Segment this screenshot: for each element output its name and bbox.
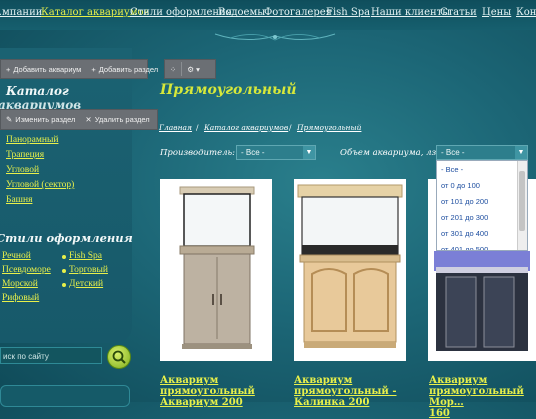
product-title-line: прямоугольный (160, 386, 255, 397)
search-button[interactable] (107, 345, 131, 369)
product-card[interactable] (160, 179, 272, 361)
nav-item-gallery[interactable]: Фотогалерея (264, 7, 332, 18)
volume-option[interactable]: от 401 до 500 (437, 242, 519, 250)
add-aquarium-button[interactable]: + Добавить аквариум (1, 65, 86, 74)
product-title-line: Калинка 200 (294, 397, 370, 408)
search-input[interactable]: иск по сайту (0, 347, 102, 364)
nav-item-prices[interactable]: Цены (482, 7, 511, 18)
delete-section-button[interactable]: ✕ Удалить раздел (80, 115, 154, 124)
bullet-icon (62, 255, 66, 259)
volume-option[interactable]: от 301 до 400 (437, 226, 519, 241)
catalog-heading-line1: Каталог (6, 84, 69, 98)
close-icon: ✕ (85, 115, 92, 124)
admin-toolbar-edit: ✎ Изменить раздел ✕ Удалить раздел (0, 109, 158, 130)
breadcrumb-separator: / (289, 123, 292, 132)
product-link[interactable]: Аквариум прямоугольный Аквариум 200 (160, 375, 255, 408)
volume-option[interactable]: от 0 до 100 (437, 178, 519, 193)
bullet-icon (62, 283, 66, 287)
style-link-commercial[interactable]: Торговый (69, 265, 108, 275)
nav-item-clients[interactable]: Наши клиенты (371, 7, 450, 18)
volume-dropdown-list[interactable]: - Все - от 0 до 100 от 101 до 200 от 201… (436, 160, 528, 251)
edit-section-label: Изменить раздел (15, 115, 76, 124)
add-aquarium-label: Добавить аквариум (13, 64, 82, 74)
volume-select[interactable]: - Все - ▼ (436, 145, 528, 160)
breadcrumb-current: Прямоугольный (297, 123, 362, 132)
chevron-down-icon: ▼ (515, 146, 527, 159)
styles-heading-text: Стили оформления (0, 231, 133, 245)
breadcrumb-catalog[interactable]: Каталог аквариумов (204, 123, 288, 132)
nav-item-styles[interactable]: Стили оформления (130, 7, 232, 18)
bullet-icon (62, 269, 66, 273)
plus-icon: + (6, 64, 11, 74)
admin-toolbar-add: + Добавить аквариум + Добавить раздел (0, 59, 158, 79)
breadcrumb-separator: / (196, 123, 199, 132)
nav-item-fish-spa[interactable]: Fish Spa (326, 7, 370, 18)
admin-toolbar-tools: ⁘ ⚙ ▾ (164, 59, 216, 79)
style-link-reef[interactable]: Рифовый (2, 293, 39, 303)
search-icon (112, 350, 126, 364)
styles-heading: Стили оформления (0, 231, 133, 245)
category-link-tower[interactable]: Башня (6, 195, 32, 205)
volume-option[interactable]: от 101 до 200 (437, 194, 519, 209)
manufacturer-select-value: - Все - (241, 148, 265, 157)
style-link-river[interactable]: Речной (2, 251, 31, 261)
breadcrumb-home[interactable]: Главная (159, 123, 192, 132)
edit-section-button[interactable]: ✎ Изменить раздел (1, 115, 80, 124)
scrollbar-thumb[interactable] (519, 171, 525, 231)
page-title: Прямоугольный (160, 82, 297, 98)
catalog-heading: Каталог (6, 84, 69, 98)
volume-filter-label: Объем аквариума, лз (340, 148, 437, 158)
style-link-fish-spa[interactable]: Fish Spa (69, 251, 102, 261)
volume-option[interactable]: от 201 до 300 (437, 210, 519, 225)
add-section-button[interactable]: + Добавить раздел (86, 65, 163, 74)
product-card[interactable] (294, 179, 406, 361)
pencil-icon: ✎ (6, 115, 13, 124)
product-title-line: Аквариум (429, 375, 488, 386)
plus-icon: + (91, 64, 96, 74)
aquarium-image (297, 184, 403, 348)
sidebar-bottom-box (0, 385, 130, 407)
delete-section-label: Удалить раздел (94, 115, 150, 124)
product-title-line: Аквариум (294, 375, 353, 386)
category-link-trapezoid[interactable]: Трапеция (6, 150, 44, 160)
dropdown-scrollbar[interactable] (517, 161, 527, 250)
product-title-line: прямоугольный - (294, 386, 397, 397)
product-link[interactable]: Аквариум прямоугольный - Калинка 200 (294, 375, 397, 408)
volume-option[interactable]: - Все - (437, 162, 519, 177)
volume-select-value: - Все - (441, 148, 465, 157)
style-link-pseudo-sea[interactable]: Псевдоморе (2, 265, 51, 275)
manufacturer-select[interactable]: - Все - ▼ (236, 145, 316, 160)
header-ornament (214, 33, 336, 41)
nav-item-articles[interactable]: Статьи (440, 7, 477, 18)
chevron-down-icon: ▼ (303, 146, 315, 159)
category-link-corner-sector[interactable]: Угловой (сектор) (6, 180, 74, 190)
style-link-kids[interactable]: Детский (69, 279, 103, 289)
nav-item-ponds[interactable]: Водоемы (218, 7, 265, 18)
product-link[interactable]: Аквариум прямоугольный Мор… 160 (429, 375, 536, 419)
style-link-marine[interactable]: Морской (2, 279, 38, 289)
nav-item-contacts[interactable]: Конт (516, 7, 536, 18)
product-title-line: Аквариум 200 (160, 397, 243, 408)
add-section-label: Добавить раздел (98, 64, 159, 74)
move-icon[interactable]: ⁘ (165, 65, 181, 74)
category-link-corner[interactable]: Угловой (6, 165, 39, 175)
category-link-panoramic[interactable]: Панорамный (6, 135, 58, 145)
manufacturer-filter-label: Производитель: (160, 148, 236, 158)
product-title-line: прямоугольный Мор… (429, 386, 524, 408)
gear-icon[interactable]: ⚙ ▾ (182, 65, 205, 74)
aquarium-image (179, 186, 255, 349)
product-title-line: 160 (429, 408, 450, 419)
nav-item-company[interactable]: …мпании (0, 7, 42, 18)
product-title-line: Аквариум (160, 375, 219, 386)
